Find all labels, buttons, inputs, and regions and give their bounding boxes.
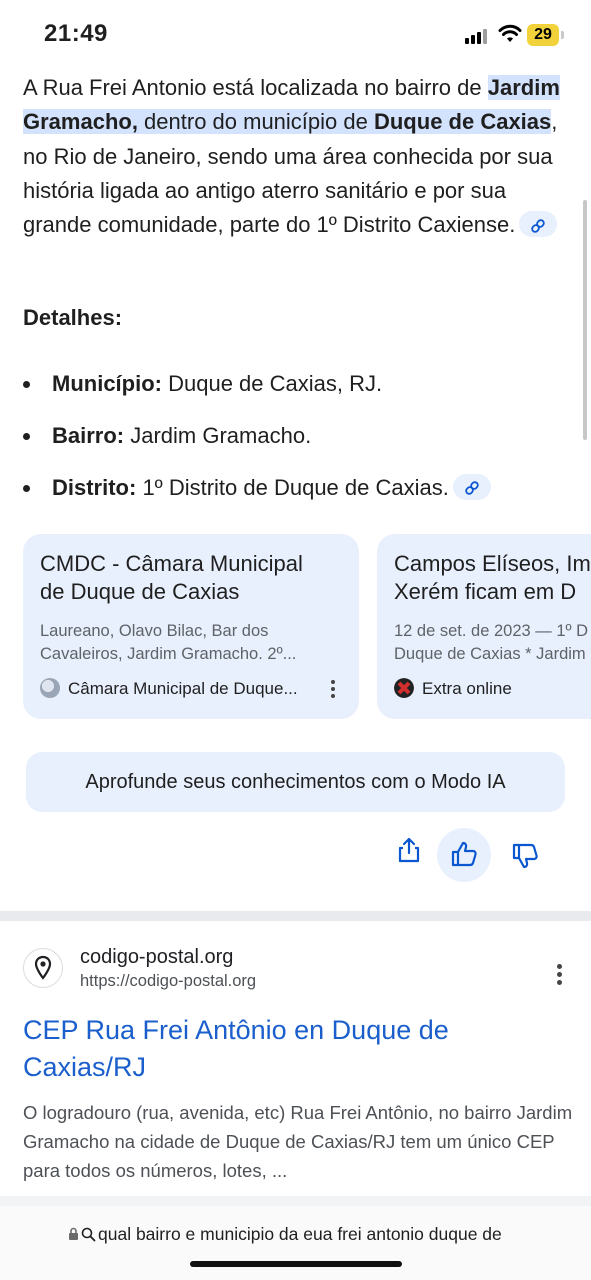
details-list: Município: Duque de Caxias, RJ. Bairro: … (23, 366, 568, 522)
globe-icon (40, 677, 60, 698)
detail-value: Jardim Gramacho. (124, 423, 312, 448)
card-title-line: Campos Elíseos, Im (394, 551, 591, 576)
result-title-line: CEP Rua Frei Antônio en Duque de (23, 1015, 449, 1045)
detail-value: 1º Distrito de Duque de Caxias. (136, 475, 449, 500)
battery-indicator: 29 (527, 24, 559, 46)
ai-overview-paragraph: A Rua Frei Antonio está localizada no ba… (23, 71, 568, 242)
status-time: 21:49 (44, 20, 108, 47)
card-source: Câmara Municipal de Duque... (40, 677, 298, 700)
status-bar: 21:49 29 (0, 0, 591, 68)
card-snippet-line: 12 de set. de 2023 — 1º D (394, 622, 589, 640)
result-title-line: Caxias/RJ (23, 1052, 147, 1082)
more-options-icon[interactable] (331, 680, 335, 701)
source-cards-carousel[interactable]: CMDC - Câmara Municipal de Duque de Caxia… (23, 534, 591, 719)
list-item: Município: Duque de Caxias, RJ. (23, 366, 568, 418)
address-bar-query-text: qual bairro e municipio da eua frei anto… (98, 1224, 502, 1244)
source-link-chip[interactable] (519, 211, 558, 238)
lock-icon (69, 1227, 78, 1240)
wifi-icon (498, 24, 522, 42)
card-source: Extra online (394, 677, 512, 700)
detail-label: Distrito: (52, 475, 137, 500)
card-title: CMDC - Câmara Municipal de Duque de Caxia… (40, 550, 340, 606)
link-icon (531, 218, 546, 233)
detail-label: Bairro: (52, 423, 125, 448)
highlight-middle: dentro do município de (137, 109, 374, 135)
card-title-line: de Duque de Caxias (40, 579, 240, 604)
link-icon (465, 481, 479, 496)
source-card[interactable]: CMDC - Câmara Municipal de Duque de Caxia… (23, 534, 359, 719)
card-snippet-line: Laureano, Olavo Bilac, Bar dos (40, 622, 269, 640)
card-title-line: Xerém ficam em D (394, 579, 577, 604)
source-card[interactable]: Campos Elíseos, Im Xerém ficam em D 12 de… (377, 534, 591, 719)
extra-online-logo-icon (394, 677, 414, 698)
share-icon[interactable] (398, 837, 420, 863)
card-snippet-line: Duque de Caxias * Jardim (394, 645, 586, 663)
card-snippet: Laureano, Olavo Bilac, Bar dos Cavaleiros… (40, 620, 340, 666)
highlight-bold-municipality: Duque de Caxias (373, 109, 552, 135)
list-item: Bairro: Jardim Gramacho. (23, 418, 568, 470)
card-title-line: CMDC - Câmara Municipal (40, 551, 303, 576)
battery-tip (561, 31, 564, 39)
result-site-url[interactable]: https://codigo-postal.org (80, 972, 256, 991)
result-site-name[interactable]: codigo-postal.org (80, 946, 233, 969)
card-source-name: Extra online (422, 679, 512, 698)
location-pin-icon (34, 955, 52, 980)
thumbs-up-icon[interactable] (450, 840, 478, 868)
card-snippet: 12 de set. de 2023 — 1º D Duque de Caxias… (394, 620, 591, 666)
search-icon (81, 1227, 96, 1242)
more-options-icon[interactable] (557, 964, 562, 988)
result-title-link[interactable]: CEP Rua Frei Antônio en Duque de Caxias/R… (23, 1012, 573, 1086)
scrollbar[interactable] (583, 200, 587, 440)
cell-signal-icon (465, 28, 491, 44)
detail-value: Duque de Caxias, RJ. (161, 371, 383, 396)
home-indicator[interactable] (190, 1261, 402, 1267)
section-divider (0, 911, 591, 921)
details-heading: Detalhes: (23, 305, 123, 330)
result-snippet: O logradouro (rua, avenida, etc) Rua Fre… (23, 1102, 573, 1181)
source-link-chip[interactable] (452, 474, 491, 501)
address-bar-query[interactable]: qual bairro e municipio da eua frei anto… (68, 1224, 502, 1245)
thumbs-down-icon[interactable] (511, 842, 539, 870)
bottom-separator (0, 1196, 591, 1206)
paragraph-lead: A Rua Frei Antonio está localizada no ba… (23, 75, 488, 100)
ai-mode-button[interactable]: Aprofunde seus conhecimentos com o Modo … (26, 752, 565, 812)
site-favicon[interactable] (23, 948, 63, 988)
detail-label: Município: (52, 371, 162, 396)
card-source-name: Câmara Municipal de Duque... (68, 679, 298, 698)
card-title: Campos Elíseos, Im Xerém ficam em D (394, 550, 591, 606)
card-snippet-line: Cavaleiros, Jardim Gramacho. 2º... (40, 645, 297, 663)
list-item: Distrito: 1º Distrito de Duque de Caxias… (23, 470, 568, 522)
